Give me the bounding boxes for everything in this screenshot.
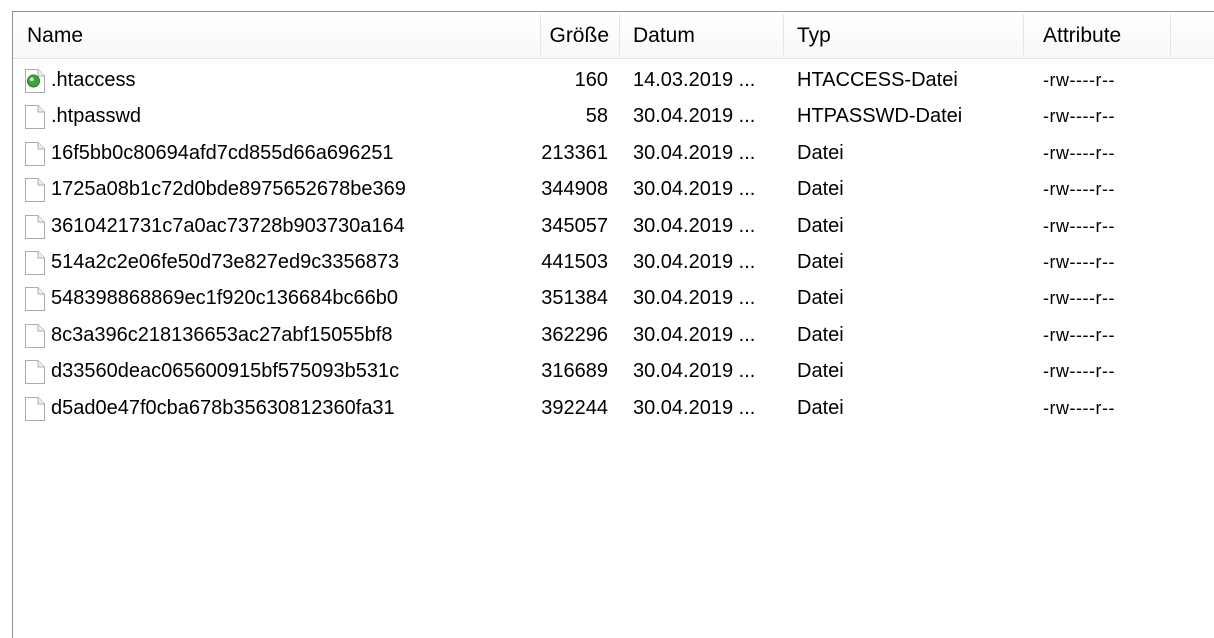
file-date: 30.04.2019 ... <box>633 214 756 237</box>
file-size: 58 <box>585 105 608 128</box>
file-name: 1725a08b1c72d0bde8975652678be369 <box>51 178 406 201</box>
file-icon <box>24 214 46 240</box>
file-size: 441503 <box>541 250 608 273</box>
file-icon <box>24 359 46 385</box>
file-name: d5ad0e47f0cba678b35630812360fa31 <box>51 396 395 419</box>
column-header-type[interactable]: Typ <box>797 12 831 58</box>
file-attributes: -rw----r-- <box>1043 106 1115 127</box>
file-date: 30.04.2019 ... <box>633 178 756 201</box>
file-type: Datei <box>797 214 844 237</box>
column-header-name[interactable]: Name <box>27 12 83 58</box>
file-size: 345057 <box>541 214 608 237</box>
file-date: 30.04.2019 ... <box>633 250 756 273</box>
file-attributes: -rw----r-- <box>1043 288 1115 309</box>
file-attributes: -rw----r-- <box>1043 361 1115 382</box>
file-icon <box>24 104 46 130</box>
column-divider[interactable] <box>1170 14 1171 56</box>
file-row[interactable]: 8c3a396c218136653ac27abf15055bf8 362296 30… <box>13 317 1214 353</box>
column-header-row: Name Größe Datum Typ Attribute <box>13 12 1214 59</box>
file-date: 30.04.2019 ... <box>633 287 756 310</box>
file-row[interactable]: 16f5bb0c80694afd7cd855d66a696251 213361 30… <box>13 135 1214 171</box>
column-header-date[interactable]: Datum <box>633 12 695 58</box>
file-row[interactable]: 548398868869ec1f920c136684bc66b0 351384 30… <box>13 280 1214 316</box>
file-type: Datei <box>797 178 844 201</box>
file-date: 30.04.2019 ... <box>633 396 756 419</box>
column-divider[interactable] <box>1023 14 1024 56</box>
file-type: HTPASSWD-Datei <box>797 105 963 128</box>
column-divider[interactable] <box>540 14 541 56</box>
file-row[interactable]: .htpasswd 58 30.04.2019 ... HTPASSWD-Datei -… <box>13 98 1214 134</box>
file-row[interactable]: d33560deac065600915bf575093b531c 316689 30… <box>13 353 1214 389</box>
file-name: 8c3a396c218136653ac27abf15055bf8 <box>51 323 393 346</box>
file-row[interactable]: 514a2c2e06fe50d73e827ed9c3356873 441503 30… <box>13 244 1214 280</box>
file-attributes: -rw----r-- <box>1043 70 1115 90</box>
file-date: 30.04.2019 ... <box>633 105 756 128</box>
column-divider[interactable] <box>783 14 784 56</box>
file-name: 3610421731c7a0ac73728b903730a164 <box>51 214 405 237</box>
htaccess-file-icon <box>24 68 46 94</box>
file-attributes: -rw----r-- <box>1043 215 1115 236</box>
file-name: .htaccess <box>51 69 136 91</box>
file-name: 16f5bb0c80694afd7cd855d66a696251 <box>51 141 394 164</box>
file-type: HTACCESS-Datei <box>797 69 958 91</box>
file-icon <box>24 250 46 276</box>
file-date: 30.04.2019 ... <box>633 323 756 346</box>
file-name: d33560deac065600915bf575093b531c <box>51 360 400 383</box>
file-attributes: -rw----r-- <box>1043 179 1115 200</box>
file-attributes: -rw----r-- <box>1043 324 1115 345</box>
file-type: Datei <box>797 287 844 310</box>
file-date: 14.03.2019 ... <box>633 69 756 91</box>
file-date: 30.04.2019 ... <box>633 141 756 164</box>
file-size: 316689 <box>541 360 608 383</box>
file-row[interactable]: d5ad0e47f0cba678b35630812360fa31 392244 30… <box>13 390 1214 426</box>
file-list-panel: Name Größe Datum Typ Attribute .htaccess… <box>12 11 1214 638</box>
file-attributes: -rw----r-- <box>1043 397 1115 418</box>
file-name: .htpasswd <box>51 105 142 128</box>
column-divider[interactable] <box>619 14 620 56</box>
file-type: Datei <box>797 141 844 164</box>
file-size: 351384 <box>541 287 608 310</box>
file-size: 213361 <box>541 141 608 164</box>
file-date: 30.04.2019 ... <box>633 360 756 383</box>
column-header-attributes[interactable]: Attribute <box>1043 12 1121 58</box>
file-icon <box>24 396 46 422</box>
file-icon <box>24 323 46 349</box>
file-type: Datei <box>797 396 844 419</box>
file-icon <box>24 177 46 203</box>
file-size: 160 <box>574 69 608 91</box>
file-name: 514a2c2e06fe50d73e827ed9c3356873 <box>51 250 400 273</box>
file-size: 362296 <box>541 323 608 346</box>
file-attributes: -rw----r-- <box>1043 142 1115 163</box>
file-attributes: -rw----r-- <box>1043 251 1115 272</box>
file-size: 392244 <box>541 396 608 419</box>
file-row[interactable]: .htaccess 160 14.03.2019 ... HTACCESS-Datei… <box>13 62 1214 98</box>
file-name: 548398868869ec1f920c136684bc66b0 <box>51 287 399 310</box>
column-header-size[interactable]: Größe <box>543 12 609 58</box>
file-type: Datei <box>797 323 844 346</box>
file-type: Datei <box>797 360 844 383</box>
file-icon <box>24 286 46 312</box>
file-row[interactable]: 3610421731c7a0ac73728b903730a164 345057 30… <box>13 208 1214 244</box>
file-size: 344908 <box>541 178 608 201</box>
file-row[interactable]: 1725a08b1c72d0bde8975652678be369 344908 30… <box>13 171 1214 207</box>
file-type: Datei <box>797 250 844 273</box>
file-icon <box>24 141 46 167</box>
file-list: .htaccess 160 14.03.2019 ... HTACCESS-Datei… <box>13 62 1214 426</box>
